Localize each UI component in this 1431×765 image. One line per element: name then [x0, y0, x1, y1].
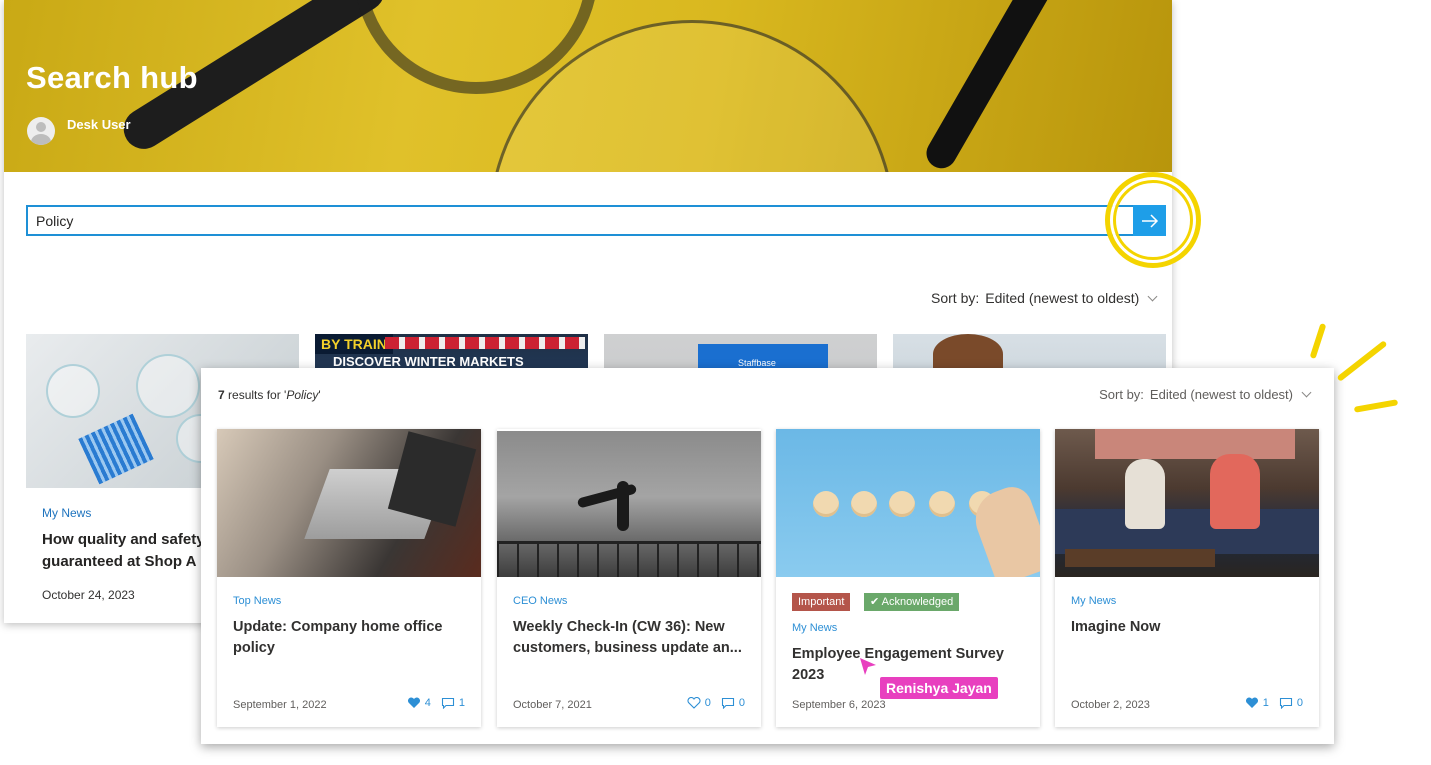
- sort-value: Edited (newest to oldest): [1149, 387, 1293, 402]
- highlight-spark: [1336, 340, 1388, 382]
- image-detail: [78, 413, 154, 485]
- card-title[interactable]: Update: Company home office policy: [233, 617, 465, 659]
- image-detail: [929, 491, 955, 517]
- collaborator-cursor-label: Renishya Jayan: [880, 677, 998, 699]
- card-date: October 7, 2021: [513, 699, 592, 711]
- heart-outline-icon[interactable]: [687, 697, 701, 709]
- image-detail: [1065, 549, 1215, 567]
- hero-image-detail: [921, 0, 1087, 172]
- sort-label: Sort by:: [931, 290, 980, 306]
- image-detail: [497, 541, 761, 577]
- card-category[interactable]: My News: [792, 622, 837, 634]
- image-text: DISCOVER WINTER MARKETS: [333, 354, 524, 369]
- card-image: [497, 431, 761, 577]
- results-count: 7 results for 'Policy': [218, 388, 321, 402]
- comments-count: 0: [1296, 697, 1303, 709]
- results-text: results for ': [224, 388, 287, 402]
- image-detail: [1095, 429, 1295, 459]
- page-title: Search hub: [26, 60, 198, 95]
- highlight-spark: [1353, 399, 1399, 413]
- image-detail: [46, 364, 100, 418]
- badge-label: Acknowledged: [881, 596, 954, 608]
- image-detail: [889, 491, 915, 517]
- image-detail: [387, 431, 477, 527]
- image-detail: [136, 354, 200, 418]
- sort-label: Sort by:: [1099, 387, 1144, 402]
- search-input[interactable]: [28, 207, 1124, 234]
- card-date: September 1, 2022: [233, 699, 327, 711]
- results-number: 7: [218, 388, 225, 402]
- image-detail: [617, 481, 629, 531]
- image-detail: [385, 337, 585, 349]
- comments-count: 1: [458, 697, 465, 709]
- comment-icon[interactable]: [721, 697, 735, 709]
- comment-icon[interactable]: [441, 697, 455, 709]
- results-text-end: ': [318, 388, 321, 402]
- card-title[interactable]: Weekly Check-In (CW 36): New customers, …: [513, 617, 745, 659]
- comments-count: 0: [738, 697, 745, 709]
- hero-banner: Search hub Desk User: [4, 0, 1172, 172]
- image-detail: [1125, 459, 1165, 529]
- card-date: October 2, 2023: [1071, 699, 1150, 711]
- card-date: October 24, 2023: [42, 588, 135, 602]
- likes-count: 0: [704, 697, 711, 709]
- result-card[interactable]: CEO News Weekly Check-In (CW 36): New cu…: [497, 429, 761, 727]
- comment-icon[interactable]: [1279, 697, 1293, 709]
- card-reactions: 4 1: [407, 697, 465, 709]
- result-card[interactable]: My News Imagine Now October 2, 2023 1 0: [1055, 429, 1319, 727]
- likes-count: 4: [424, 697, 431, 709]
- chevron-down-icon: [1301, 387, 1312, 398]
- results-query: Policy: [286, 388, 319, 402]
- search-field[interactable]: [26, 205, 1136, 236]
- sort-dropdown[interactable]: Sort by: Edited (newest to oldest): [1099, 387, 1312, 402]
- card-image: [1055, 429, 1319, 577]
- acknowledged-badge: ✔ Acknowledged: [864, 593, 960, 611]
- search-results-panel: 7 results for 'Policy' Sort by: Edited (n…: [201, 368, 1334, 744]
- highlight-spark: [1309, 322, 1327, 360]
- result-card[interactable]: Top News Update: Company home office pol…: [217, 429, 481, 727]
- likes-count: 1: [1262, 697, 1269, 709]
- card-category[interactable]: Top News: [233, 595, 281, 607]
- card-reactions: 0 0: [687, 697, 745, 709]
- image-text: BY TRAIN: [315, 334, 393, 354]
- card-title[interactable]: Imagine Now: [1071, 617, 1303, 638]
- author-name[interactable]: Desk User: [67, 117, 131, 132]
- chevron-down-icon: [1147, 291, 1158, 302]
- image-detail: [1055, 509, 1319, 554]
- important-badge: Important: [792, 593, 851, 611]
- card-date: September 6, 2023: [792, 699, 886, 711]
- cursor-arrow-icon: [860, 658, 876, 675]
- card-image: [776, 429, 1040, 577]
- heart-filled-icon[interactable]: [407, 697, 421, 709]
- card-image: [217, 429, 481, 577]
- image-detail: [851, 491, 877, 517]
- card-reactions: 1 0: [1245, 697, 1303, 709]
- heart-filled-icon[interactable]: [1245, 697, 1259, 709]
- sort-dropdown[interactable]: Sort by: Edited (newest to oldest): [931, 290, 1158, 306]
- highlight-ring-inner: [1113, 180, 1193, 260]
- card-category[interactable]: CEO News: [513, 595, 567, 607]
- checkmark-icon: ✔: [870, 596, 882, 608]
- image-detail: [1210, 454, 1260, 529]
- sort-value: Edited (newest to oldest): [985, 290, 1140, 306]
- card-category[interactable]: My News: [1071, 595, 1116, 607]
- image-detail: [813, 491, 839, 517]
- avatar[interactable]: [27, 117, 55, 145]
- card-category[interactable]: My News: [42, 506, 91, 520]
